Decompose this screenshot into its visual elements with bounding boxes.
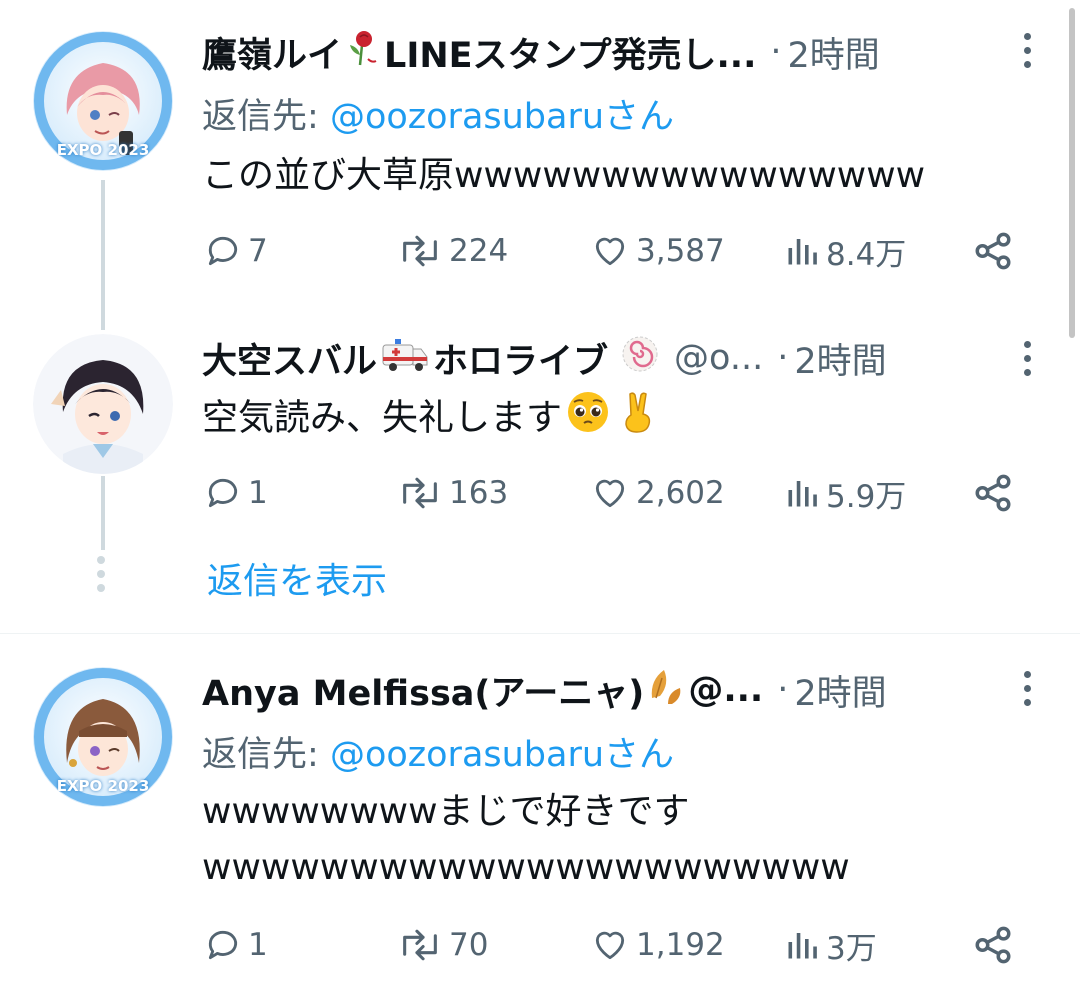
- views-chart-icon: [788, 239, 817, 265]
- share-icon: [975, 232, 1011, 270]
- retweet-button[interactable]: 70: [397, 920, 488, 970]
- reply-to-handle[interactable]: @oozorasubaruさん: [330, 97, 674, 137]
- retweet-count: 224: [449, 233, 509, 269]
- views-button[interactable]: 5.9万: [784, 468, 906, 518]
- view-count: 5.9万: [826, 478, 907, 515]
- heart-icon: [595, 237, 625, 266]
- timestamp[interactable]: 2時間: [788, 27, 880, 78]
- avatar[interactable]: EXPO 2023: [33, 667, 173, 807]
- avatar-badge: EXPO 2023: [56, 777, 150, 795]
- reply-button[interactable]: 7: [204, 226, 268, 276]
- like-button[interactable]: 3,587: [590, 226, 725, 276]
- reply-count: 1: [248, 927, 268, 963]
- tweet-2[interactable]: 大空スバル ホロライブ @o... · 2時間 空気読み、失礼します 1 163…: [0, 320, 1080, 633]
- reply-to-handle[interactable]: @oozorasubaruさん: [330, 735, 674, 775]
- like-count: 2,602: [636, 475, 725, 511]
- reply-button[interactable]: 1: [204, 468, 268, 518]
- reply-count: 7: [248, 233, 268, 269]
- avatar[interactable]: EXPO 2023: [33, 31, 173, 171]
- more-options-icon[interactable]: [1021, 33, 1033, 68]
- reply-icon: [208, 236, 238, 266]
- scrollbar[interactable]: [1066, 0, 1080, 340]
- thread-line: [101, 180, 105, 330]
- like-button[interactable]: 1,192: [590, 920, 725, 970]
- tweet-1[interactable]: EXPO 2023 鷹嶺ルイ LINEスタンプ発売し... · 2時間 返信先:…: [0, 0, 1080, 330]
- display-name-suffix[interactable]: LINEスタンプ発売し...: [384, 27, 756, 78]
- reply-icon: [208, 930, 238, 960]
- retweet-icon: [403, 477, 437, 509]
- autumn-leaves-emoji-icon: [646, 666, 686, 715]
- reply-button[interactable]: 1: [204, 920, 268, 970]
- show-replies-link[interactable]: 返信を表示: [207, 552, 387, 604]
- avatar-badge: EXPO 2023: [56, 141, 150, 159]
- reply-count: 1: [248, 475, 268, 511]
- tweet-text: この並び大草原wwwwwwwwwwwwwwww: [202, 155, 926, 196]
- separator-dot: ·: [770, 32, 782, 72]
- action-bar: 1 70 1,192 3万: [202, 920, 1022, 970]
- views-chart-icon: [788, 933, 817, 959]
- like-button[interactable]: 2,602: [590, 468, 725, 518]
- separator-dot: ·: [777, 338, 789, 378]
- retweet-count: 70: [449, 927, 489, 963]
- retweet-icon: [403, 235, 437, 267]
- share-button[interactable]: [972, 226, 1014, 276]
- reply-to: 返信先: @oozorasubaruさん: [202, 88, 674, 139]
- narutomaki-emoji-icon: [620, 334, 660, 383]
- reply-to-label: 返信先:: [202, 735, 319, 775]
- more-options-icon[interactable]: [1021, 671, 1033, 706]
- share-icon: [975, 474, 1011, 512]
- retweet-count: 163: [449, 475, 509, 511]
- timestamp[interactable]: 2時間: [794, 665, 886, 716]
- display-name[interactable]: Anya Melfissa(アーニャ): [202, 665, 644, 716]
- separator-dot: ·: [777, 670, 789, 710]
- share-button[interactable]: [972, 920, 1014, 970]
- display-name[interactable]: 鷹嶺ルイ: [202, 27, 342, 78]
- pleading-face-emoji-icon: [566, 390, 610, 449]
- tweet-text-line-2: wwwwwwwwwwwwwwwwwwwwww: [202, 847, 850, 888]
- share-button[interactable]: [972, 468, 1014, 518]
- views-chart-icon: [788, 481, 817, 507]
- retweet-icon: [403, 929, 437, 961]
- action-bar: 7 224 3,587 8.4万: [202, 226, 1022, 276]
- like-count: 3,587: [636, 233, 725, 269]
- views-button[interactable]: 8.4万: [784, 226, 906, 276]
- retweet-button[interactable]: 163: [397, 468, 508, 518]
- more-options-icon[interactable]: [1021, 341, 1033, 376]
- heart-icon: [595, 931, 625, 960]
- heart-icon: [595, 479, 625, 508]
- handle[interactable]: @o...: [674, 338, 763, 378]
- avatar[interactable]: [33, 334, 173, 474]
- thread-gap-dots: [97, 556, 105, 592]
- thread-line: [101, 476, 105, 550]
- victory-hand-emoji-icon: [618, 390, 658, 449]
- share-icon: [975, 926, 1011, 964]
- reply-icon: [208, 478, 238, 508]
- avatar-image: [33, 334, 173, 474]
- view-count: 3万: [826, 930, 877, 967]
- display-name[interactable]: 大空スバル: [202, 333, 377, 384]
- handle[interactable]: @...: [688, 670, 763, 710]
- tweet-text-line-1: wwwwwwwwまじで好きです: [202, 791, 690, 832]
- rose-emoji-icon: [346, 29, 380, 76]
- display-name-suffix[interactable]: ホロライブ: [433, 333, 608, 384]
- scrollbar-thumb[interactable]: [1069, 8, 1075, 338]
- views-button[interactable]: 3万: [784, 920, 877, 970]
- reply-to-label: 返信先:: [202, 97, 319, 137]
- ambulance-emoji-icon: [381, 335, 429, 382]
- timestamp[interactable]: 2時間: [794, 333, 886, 384]
- view-count: 8.4万: [826, 236, 907, 273]
- reply-to: 返信先: @oozorasubaruさん: [202, 726, 674, 777]
- like-count: 1,192: [636, 927, 725, 963]
- retweet-button[interactable]: 224: [397, 226, 508, 276]
- action-bar: 1 163 2,602 5.9万: [202, 468, 1022, 518]
- tweet-3[interactable]: EXPO 2023 Anya Melfissa(アーニャ) @... · 2時間…: [0, 634, 1080, 987]
- tweet-text: 空気読み、失礼します: [202, 390, 662, 449]
- tweet-text-content: 空気読み、失礼します: [202, 397, 563, 439]
